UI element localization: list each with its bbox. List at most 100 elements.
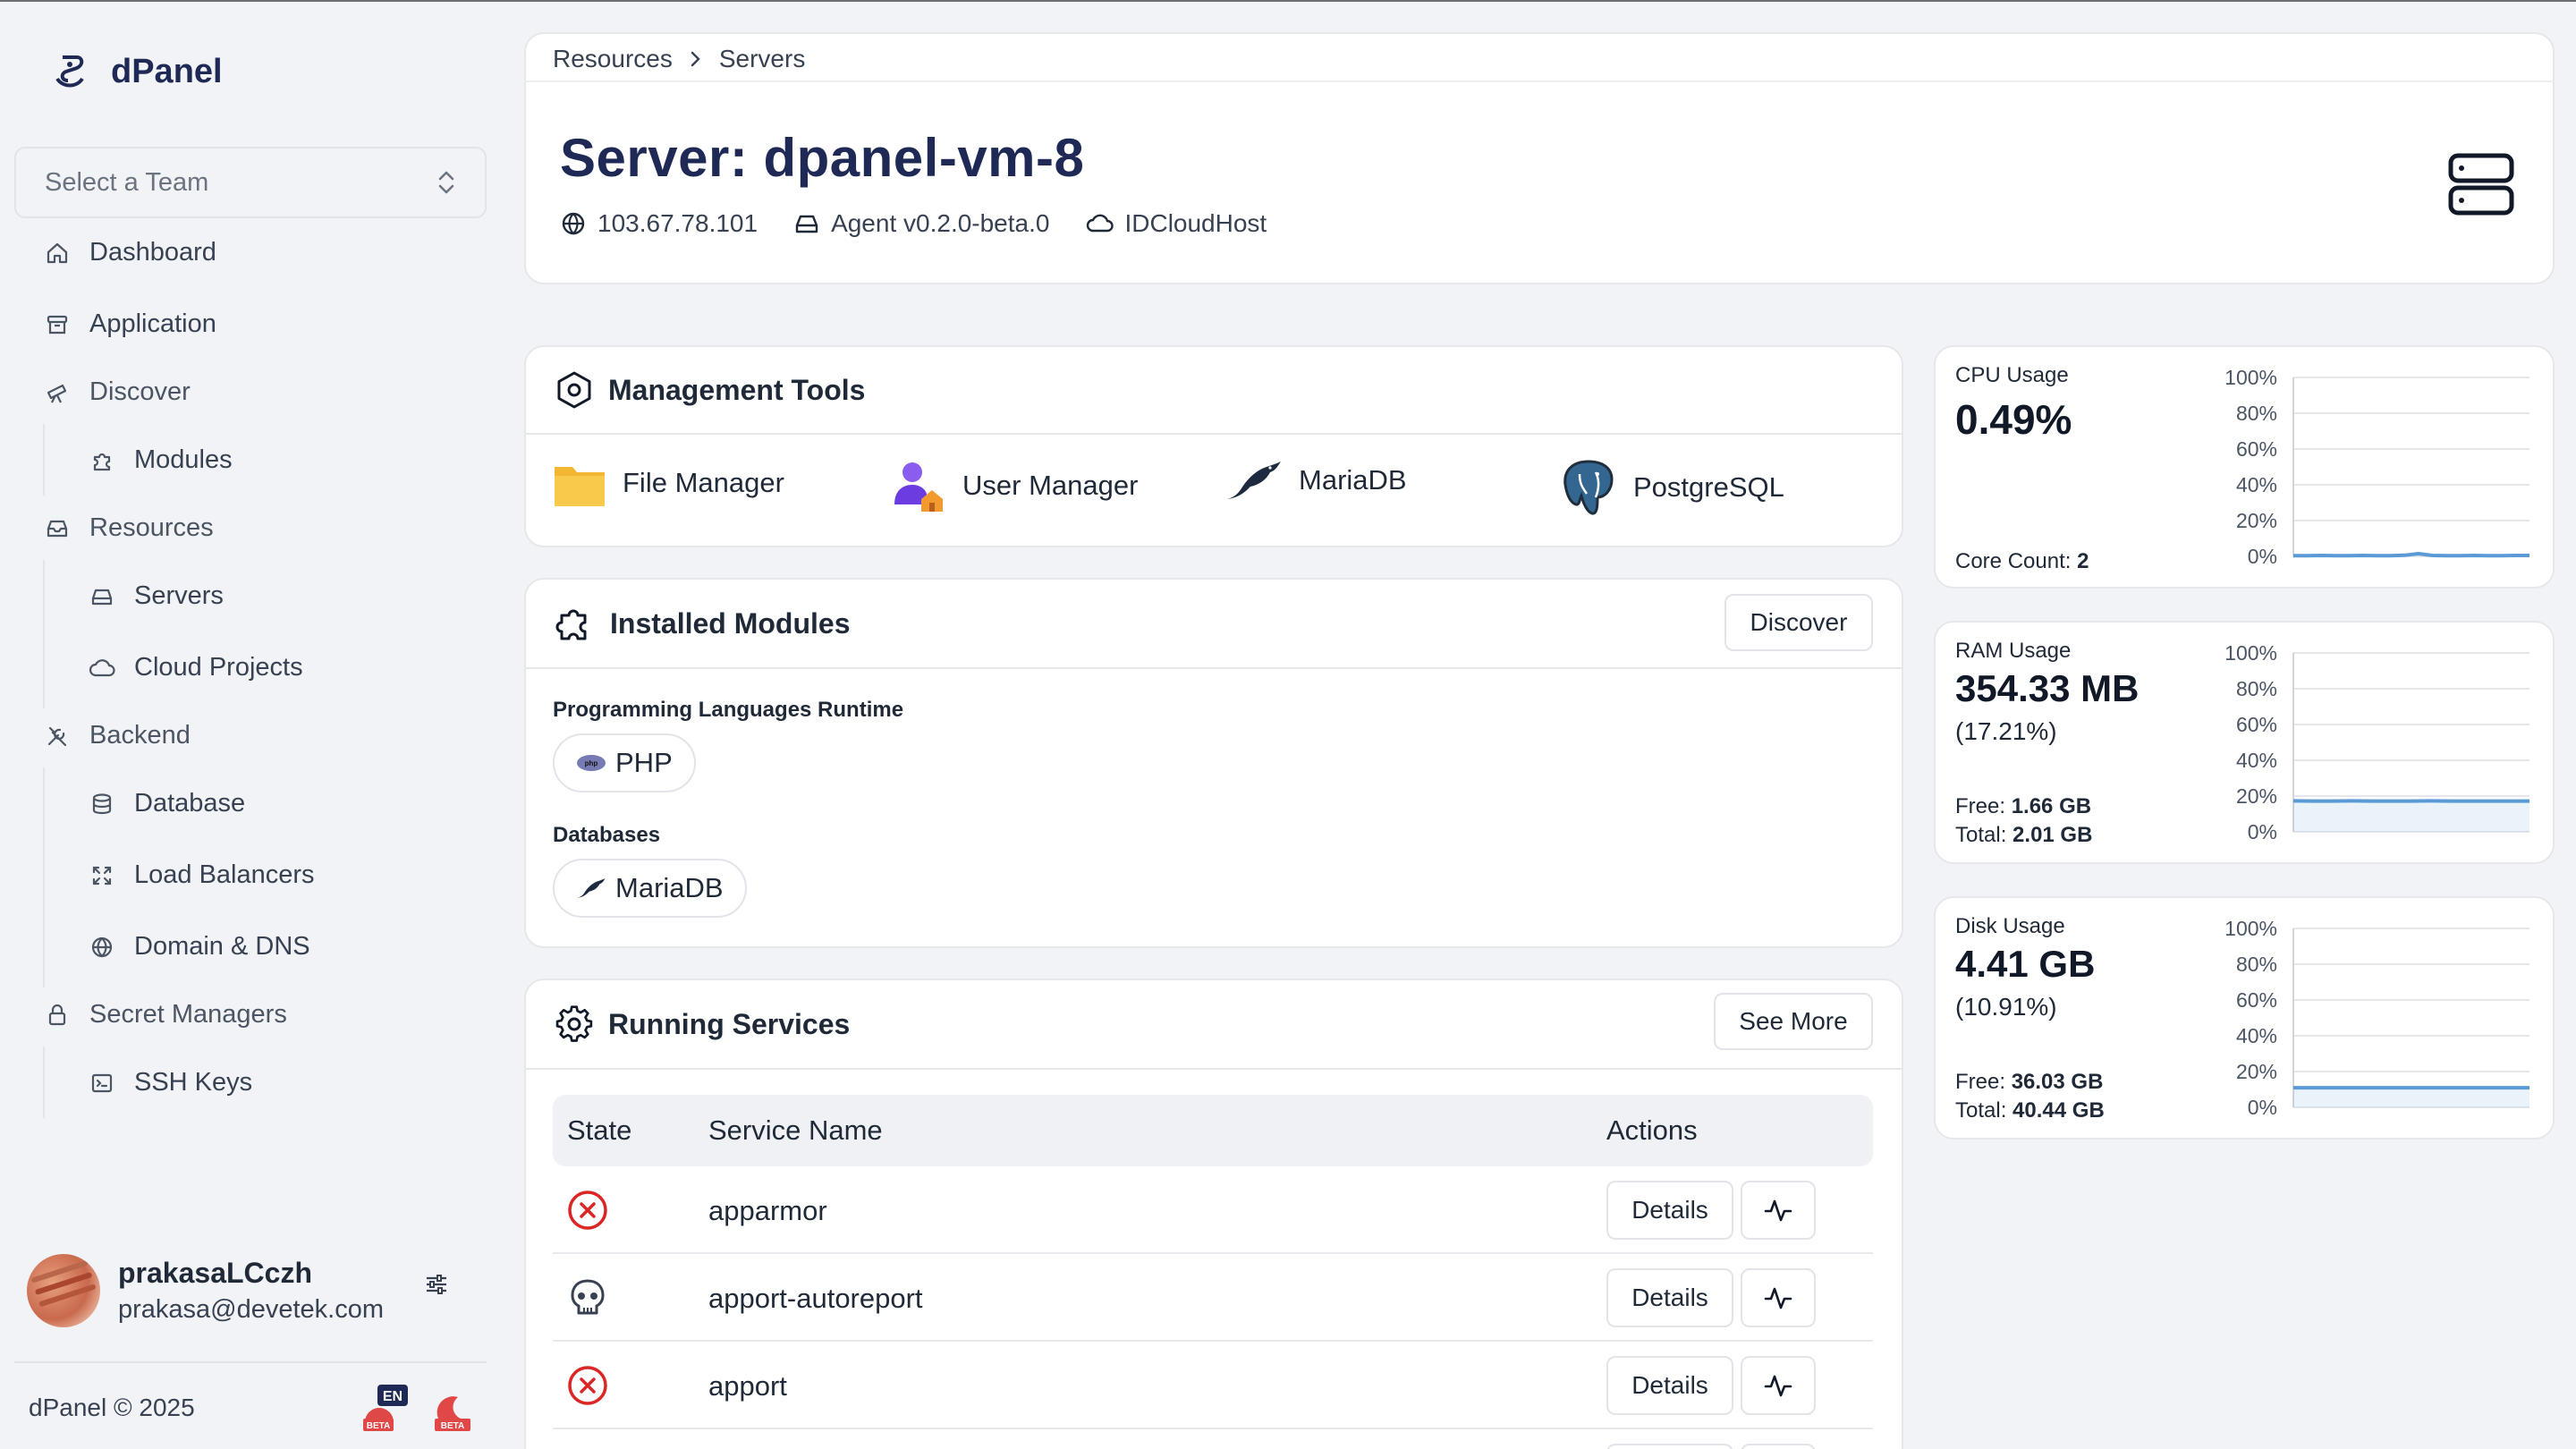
nav-discover[interactable]: Discover <box>43 377 191 407</box>
activity-pulse-icon <box>1764 1375 1792 1397</box>
activity-button[interactable] <box>1741 1356 1816 1415</box>
adjustments-icon[interactable] <box>422 1270 451 1299</box>
archive-box-icon <box>43 310 72 339</box>
server-drive-icon <box>88 582 116 611</box>
breadcrumb-resources[interactable]: Resources <box>553 45 673 73</box>
postgresql-elephant-icon <box>1563 460 1614 515</box>
sidebar: dPanel Select a Team Dashboard Applicati… <box>0 2 501 1449</box>
nav-cloud-projects[interactable]: Cloud Projects <box>88 653 303 682</box>
disk-usage-percent: (10.91%) <box>1955 993 2057 1021</box>
tool-file-manager-label: File Manager <box>623 467 784 498</box>
nav-resources[interactable]: Resources <box>43 513 214 543</box>
user-profile[interactable]: prakasaLCczh prakasa@devetek.com <box>27 1250 474 1331</box>
details-button[interactable] <box>1606 1444 1733 1449</box>
database-icon <box>88 790 116 818</box>
breadcrumb-servers[interactable]: Servers <box>719 45 805 73</box>
language-switcher-icon[interactable]: EN BETA <box>360 1383 410 1433</box>
user-name: prakasaLCczh <box>118 1257 312 1289</box>
ram-total-value: 2.01 GB <box>2012 823 2093 847</box>
y-tick-label: 60% <box>2236 713 2277 736</box>
tool-user-manager[interactable]: User Manager <box>891 458 1138 513</box>
y-tick-label: 20% <box>2236 784 2277 808</box>
beta-badge-text: BETA <box>367 1421 390 1431</box>
cloud-icon <box>88 654 116 682</box>
server-meta: 103.67.78.101 Agent v0.2.0-beta.0 IDClou… <box>560 209 1267 238</box>
series-area <box>2293 801 2529 832</box>
tree-line <box>43 767 45 987</box>
folder-icon <box>555 467 605 506</box>
nav-modules[interactable]: Modules <box>88 445 233 475</box>
details-button[interactable]: Details <box>1606 1268 1733 1327</box>
nav-secret-managers-label: Secret Managers <box>89 1000 287 1029</box>
tree-line <box>43 560 45 708</box>
brand[interactable]: dPanel <box>50 52 223 91</box>
cog-icon <box>555 1005 593 1042</box>
nav-database[interactable]: Database <box>88 789 245 818</box>
tool-mariadb[interactable]: MariaDB <box>1225 458 1407 503</box>
header-divider <box>524 80 2555 82</box>
nav-database-label: Database <box>134 789 246 818</box>
team-select[interactable]: Select a Team <box>14 147 487 218</box>
user-home-icon <box>894 462 943 512</box>
mariadb-seal-icon <box>577 878 606 898</box>
y-tick-label: 80% <box>2236 402 2277 425</box>
service-name: apparmor <box>708 1195 827 1226</box>
nav-secret-managers[interactable]: Secret Managers <box>43 1000 287 1030</box>
tool-file-manager[interactable]: File Manager <box>553 458 784 508</box>
y-tick-label: 100% <box>2224 641 2277 665</box>
server-agent: Agent v0.2.0-beta.0 <box>793 209 1049 238</box>
ram-free-value: 1.66 GB <box>2011 794 2092 818</box>
nav-dashboard[interactable]: Dashboard <box>43 238 216 267</box>
y-tick-label: 80% <box>2236 953 2277 976</box>
cpu-usage-label: CPU Usage <box>1955 363 2069 387</box>
server-ip-text: 103.67.78.101 <box>597 209 758 237</box>
activity-button[interactable] <box>1741 1181 1816 1240</box>
discover-button[interactable]: Discover <box>1724 594 1873 651</box>
terminal-icon <box>88 1069 116 1097</box>
nav-servers[interactable]: Servers <box>88 581 224 611</box>
activity-pulse-icon <box>1764 1287 1792 1309</box>
cpu-core-count: Core Count: 2 <box>1955 549 2089 574</box>
breadcrumb: Resources Servers <box>553 45 805 73</box>
globe-icon <box>88 933 116 962</box>
puzzle-icon <box>88 446 116 475</box>
nav-ssh-keys[interactable]: SSH Keys <box>88 1068 252 1097</box>
running-services-header: Running Services <box>526 980 1902 1070</box>
module-chip-mariadb[interactable]: MariaDB <box>553 859 747 918</box>
nav-domain-dns[interactable]: Domain & DNS <box>88 932 310 962</box>
y-tick-label: 40% <box>2236 473 2277 496</box>
theme-toggle-moon-icon[interactable]: BETA <box>431 1383 481 1433</box>
nav-backend[interactable]: Backend <box>43 721 191 750</box>
nav-modules-label: Modules <box>134 445 233 474</box>
y-tick-label: 0% <box>2248 820 2277 843</box>
details-button[interactable]: Details <box>1606 1181 1733 1240</box>
service-name: apport <box>708 1370 787 1402</box>
module-chip-php[interactable]: php PHP <box>553 733 696 792</box>
module-group-label: Databases <box>553 823 661 847</box>
server-drive-icon <box>795 215 818 233</box>
globe-icon <box>562 212 585 235</box>
details-button[interactable]: Details <box>1606 1356 1733 1415</box>
server-provider: IDCloudHost <box>1085 209 1267 238</box>
management-tools-card: Management Tools <box>524 345 1903 547</box>
nav-application[interactable]: Application <box>43 309 216 339</box>
disk-total-value: 40.44 GB <box>2012 1098 2105 1123</box>
lang-badge-text: EN <box>383 1389 402 1404</box>
page-title: Server: dpanel-vm-8 <box>560 128 1085 188</box>
activity-button[interactable] <box>1741 1268 1816 1327</box>
module-chip-php-label: PHP <box>615 747 673 778</box>
y-tick-label: 80% <box>2236 677 2277 700</box>
see-more-button[interactable]: See More <box>1714 993 1873 1050</box>
disk-usage-chart: 100% 80% 60% 40% 20% 0% <box>2224 917 2529 1119</box>
nav-load-balancers[interactable]: Load Balancers <box>88 860 315 890</box>
avatar <box>27 1254 100 1327</box>
nav-ssh-keys-label: SSH Keys <box>134 1068 253 1097</box>
cloud-icon <box>1087 214 1114 233</box>
nav-application-label: Application <box>89 309 216 338</box>
y-tick-label: 0% <box>2248 1096 2277 1119</box>
cpu-usage-value: 0.49% <box>1955 396 2072 443</box>
cpu-core-label: Core Count: <box>1955 549 2072 573</box>
module-chip-mariadb-label: MariaDB <box>615 872 724 903</box>
tool-postgresql[interactable]: PostgreSQL <box>1560 458 1784 517</box>
activity-button[interactable] <box>1741 1444 1816 1449</box>
